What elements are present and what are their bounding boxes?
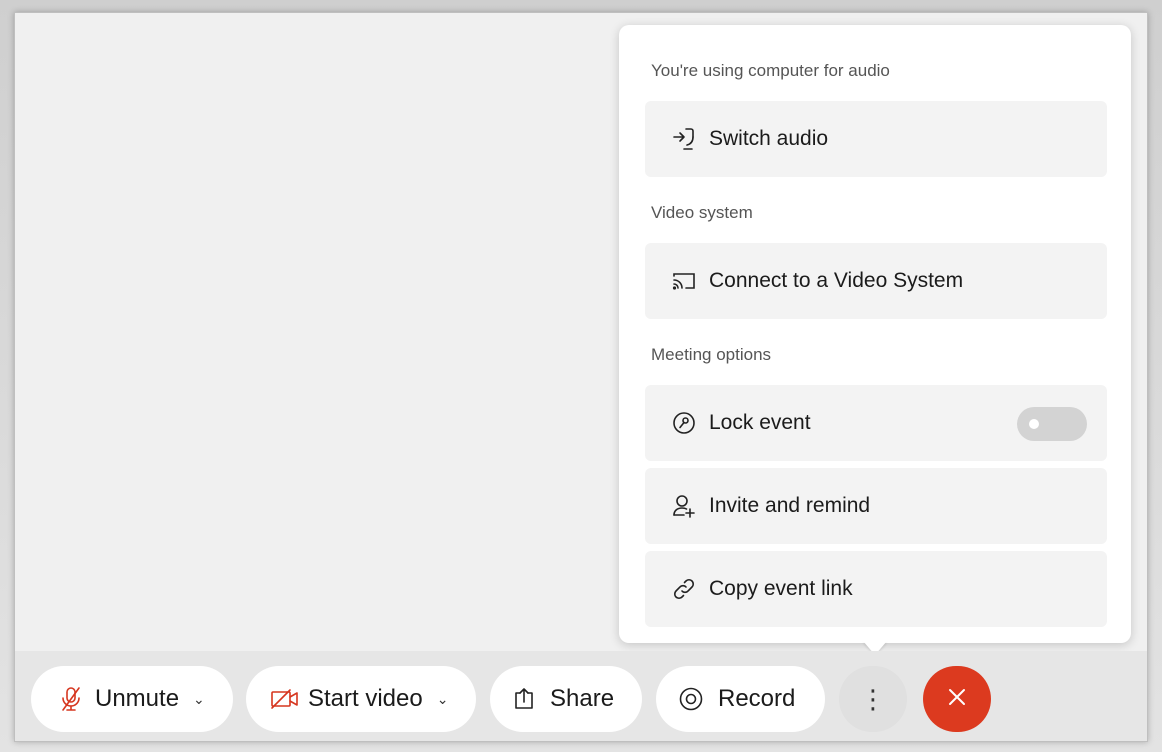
copy-event-link-item[interactable]: Copy event link [645,551,1107,627]
invite-remind-label: Invite and remind [709,494,871,517]
meeting-section-label: Meeting options [651,345,772,364]
record-button[interactable]: Record [656,666,825,732]
unmute-label: Unmute [95,685,180,712]
share-label: Share [550,685,615,712]
lock-key-icon [671,410,697,436]
copy-link-label: Copy event link [709,577,853,600]
start-video-button[interactable]: Start video ⌄ [246,666,476,732]
video-section-label: Video system [651,203,753,222]
meeting-window: You're using computer for audio Switch a… [14,12,1148,742]
more-options-menu: You're using computer for audio Switch a… [619,25,1131,643]
end-meeting-button[interactable] [923,666,991,732]
start-video-label: Start video [308,685,423,712]
meeting-toolbar: Unmute ⌄ Start video ⌄ Share Record ⋮ [15,651,1147,741]
record-label: Record [718,685,796,712]
connect-video-label: Connect to a Video System [709,269,964,292]
switch-audio-icon [671,126,697,152]
share-button[interactable]: Share [490,666,642,732]
connect-video-system-item[interactable]: Connect to a Video System [645,243,1107,319]
toggle-knob [1029,419,1039,429]
cast-icon [671,268,697,294]
lock-event-item[interactable]: Lock event [645,385,1107,461]
share-icon [512,687,536,711]
record-icon [678,686,704,712]
audio-section-label: You're using computer for audio [651,61,890,80]
more-options-button[interactable]: ⋮ [839,666,907,732]
camera-off-icon [270,688,300,710]
chevron-down-icon[interactable]: ⌄ [437,691,449,708]
lock-event-toggle[interactable] [1017,407,1087,441]
switch-audio-label: Switch audio [709,127,829,150]
close-icon [946,686,968,713]
lock-event-label: Lock event [709,411,811,434]
add-person-icon [671,493,697,519]
unmute-button[interactable]: Unmute ⌄ [31,666,233,732]
invite-remind-item[interactable]: Invite and remind [645,468,1107,544]
link-icon [671,576,697,602]
mic-muted-icon [61,686,81,712]
chevron-down-icon[interactable]: ⌄ [193,691,205,708]
switch-audio-item[interactable]: Switch audio [645,101,1107,177]
